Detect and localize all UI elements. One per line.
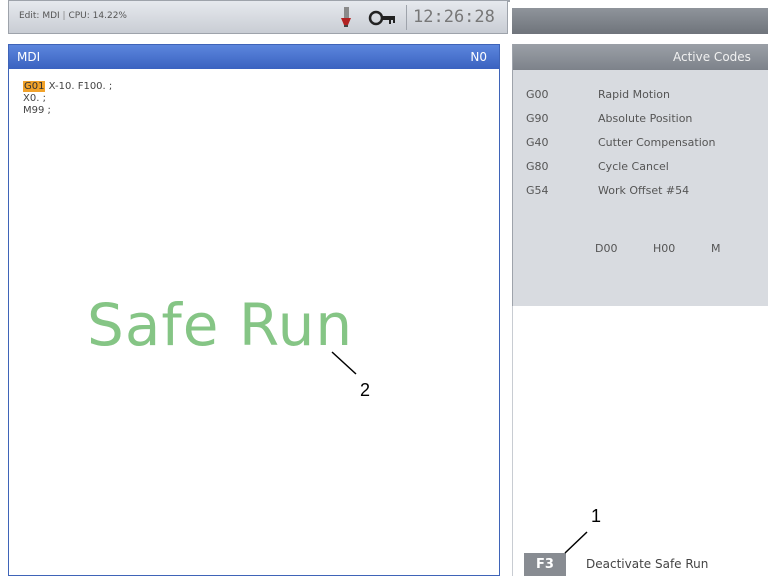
m-code: M <box>711 242 721 255</box>
active-code-row: G80 Cycle Cancel <box>526 160 715 184</box>
clock: 12:26:28 <box>406 5 504 30</box>
program-code[interactable]: G01 X-10. F100. ; X0. ; M99 ; <box>23 81 112 117</box>
active-code-row: G90 Absolute Position <box>526 112 715 136</box>
tool-change-icon[interactable] <box>335 6 357 28</box>
mode-indicator: Edit: MDI <box>19 11 60 21</box>
active-code-row: G54 Work Offset #54 <box>526 184 715 208</box>
g-code: G90 <box>526 112 549 125</box>
key-icon[interactable] <box>367 10 397 26</box>
g-code-desc: Cycle Cancel <box>598 160 669 173</box>
code-line[interactable]: M99 ; <box>23 105 112 117</box>
safe-run-overlay: Safe Run <box>87 291 354 359</box>
mdi-panel[interactable]: MDI N0 G01 X-10. F100. ; X0. ; M99 ; Saf… <box>8 44 500 576</box>
callout-1: 1 <box>591 506 602 526</box>
code-text: X-10. F100. ; <box>45 81 113 92</box>
deactivate-safe-run-label: Deactivate Safe Run <box>586 557 709 571</box>
callout-2: 2 <box>360 380 371 400</box>
g-code-desc: Absolute Position <box>598 112 693 125</box>
status-separator: | <box>62 11 66 21</box>
d-code: D00 <box>595 242 618 255</box>
active-codes-panel: Active Codes G00 Rapid Motion G90 Absolute… <box>512 44 768 306</box>
cursor-highlight: G01 <box>23 81 46 92</box>
code-text: X0. ; <box>23 93 46 104</box>
status-bar: Edit: MDI | CPU: 14.22% 12:26:28 <box>8 0 508 34</box>
g-code: G40 <box>526 136 549 149</box>
g-code-desc: Cutter Compensation <box>598 136 716 149</box>
g-code: G54 <box>526 184 549 197</box>
offset-codes: D00 H00 M <box>595 242 768 255</box>
mdi-header: MDI N0 <box>9 45 499 69</box>
g-code: G80 <box>526 160 549 173</box>
g-code: G00 <box>526 88 549 101</box>
active-codes-title: Active Codes <box>513 44 768 70</box>
active-codes-list: G00 Rapid Motion G90 Absolute Position G40… <box>526 88 715 208</box>
mdi-title: MDI <box>17 50 41 64</box>
line-number: N0 <box>470 50 487 64</box>
code-line[interactable]: G01 X-10. F100. ; <box>23 81 112 93</box>
cpu-indicator: CPU: 14.22% <box>68 11 127 21</box>
code-text: M99 ; <box>23 105 51 116</box>
g-code-desc: Work Offset #54 <box>598 184 690 197</box>
code-line[interactable]: X0. ; <box>23 93 112 105</box>
status-text: Edit: MDI | CPU: 14.22% <box>19 11 127 21</box>
active-code-row: G40 Cutter Compensation <box>526 136 715 160</box>
active-code-row: G00 Rapid Motion <box>526 88 715 112</box>
g-code-desc: Rapid Motion <box>598 88 670 101</box>
f3-key[interactable]: F3 <box>524 553 566 576</box>
h-code: H00 <box>653 242 676 255</box>
right-panel-area <box>512 306 768 576</box>
status-bar-right <box>512 8 768 34</box>
